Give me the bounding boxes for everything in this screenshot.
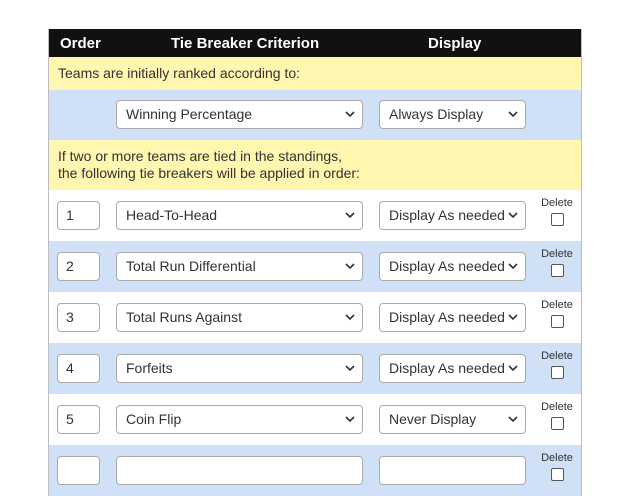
criterion-column-header: Tie Breaker Criterion [171, 35, 320, 52]
delete-control: Delete [541, 453, 573, 486]
delete-label: Delete [541, 401, 573, 413]
chevron-down-icon [506, 355, 520, 382]
table-header: Order Tie Breaker Criterion Display [49, 29, 581, 57]
tie-breaker-row: 2 Total Run Differential Display As need… [49, 241, 581, 292]
order-input[interactable]: 2 [57, 252, 100, 281]
criterion-select[interactable]: Coin Flip [116, 405, 363, 434]
criterion-value: Total Runs Against [126, 309, 242, 325]
chevron-down-icon [343, 101, 357, 128]
delete-label: Delete [541, 299, 573, 311]
chevron-down-icon [506, 202, 520, 229]
primary-criterion-select[interactable]: Winning Percentage [116, 100, 363, 129]
intro-text: Teams are initially ranked according to: [49, 57, 581, 90]
criterion-value: Head-To-Head [126, 207, 218, 223]
chevron-down-icon [343, 304, 357, 331]
criterion-select[interactable] [116, 456, 363, 485]
order-input[interactable]: 1 [57, 201, 100, 230]
delete-label: Delete [541, 248, 573, 260]
display-value: Display As needed [389, 309, 505, 325]
chevron-down-icon [506, 304, 520, 331]
display-select[interactable] [379, 456, 526, 485]
chevron-down-icon [343, 253, 357, 280]
criterion-select[interactable]: Forfeits [116, 354, 363, 383]
chevron-down-icon [506, 253, 520, 280]
display-value: Never Display [389, 411, 477, 427]
criterion-value: Coin Flip [126, 411, 182, 427]
tie-text-line1: If two or more teams are tied in the sta… [58, 148, 343, 164]
chevron-down-icon [343, 406, 357, 433]
tie-breaker-row: 5 Coin Flip Never Display Delete [49, 394, 581, 445]
primary-display-select[interactable]: Always Display [379, 100, 526, 129]
delete-control: Delete [541, 351, 573, 384]
chevron-down-icon [343, 355, 357, 382]
display-select[interactable]: Never Display [379, 405, 526, 434]
delete-checkbox[interactable] [550, 213, 564, 226]
order-input[interactable]: 5 [57, 405, 100, 434]
delete-control: Delete [541, 402, 573, 435]
display-select[interactable]: Display As needed [379, 252, 526, 281]
chevron-down-icon [343, 202, 357, 229]
order-column-header: Order [60, 35, 101, 52]
criterion-value: Forfeits [126, 360, 173, 376]
tie-breaker-instructions: If two or more teams are tied in the sta… [49, 140, 581, 190]
delete-control: Delete [541, 198, 573, 231]
display-value: Display As needed [389, 207, 505, 223]
delete-checkbox[interactable] [550, 366, 564, 379]
delete-control: Delete [541, 249, 573, 282]
chevron-down-icon [506, 406, 520, 433]
display-select[interactable]: Display As needed [379, 201, 526, 230]
display-column-header: Display [428, 35, 482, 52]
delete-label: Delete [541, 197, 573, 209]
order-input[interactable] [57, 456, 100, 485]
delete-label: Delete [541, 350, 573, 362]
delete-checkbox[interactable] [550, 417, 564, 430]
criterion-select[interactable]: Total Runs Against [116, 303, 363, 332]
primary-display-value: Always Display [389, 106, 484, 122]
criterion-select[interactable]: Total Run Differential [116, 252, 363, 281]
tie-breaker-table: Order Tie Breaker Criterion Display Team… [48, 29, 582, 496]
delete-checkbox[interactable] [550, 468, 564, 481]
tie-breaker-row: 1 Head-To-Head Display As needed Delete [49, 190, 581, 241]
chevron-down-icon [506, 101, 520, 128]
delete-checkbox[interactable] [550, 315, 564, 328]
tie-breaker-row: Delete [49, 445, 581, 496]
display-select[interactable]: Display As needed [379, 303, 526, 332]
criterion-select[interactable]: Head-To-Head [116, 201, 363, 230]
order-input[interactable]: 4 [57, 354, 100, 383]
primary-criterion-value: Winning Percentage [126, 106, 253, 122]
tie-breaker-row: 3 Total Runs Against Display As needed D… [49, 292, 581, 343]
display-select[interactable]: Display As needed [379, 354, 526, 383]
delete-control: Delete [541, 300, 573, 333]
display-value: Display As needed [389, 360, 505, 376]
tie-text-line2: the following tie breakers will be appli… [58, 165, 360, 181]
order-input[interactable]: 3 [57, 303, 100, 332]
criterion-value: Total Run Differential [126, 258, 256, 274]
delete-label: Delete [541, 452, 573, 464]
primary-criterion-row: Winning Percentage Always Display [49, 90, 581, 140]
delete-checkbox[interactable] [550, 264, 564, 277]
display-value: Display As needed [389, 258, 505, 274]
tie-breaker-row: 4 Forfeits Display As needed Delete [49, 343, 581, 394]
